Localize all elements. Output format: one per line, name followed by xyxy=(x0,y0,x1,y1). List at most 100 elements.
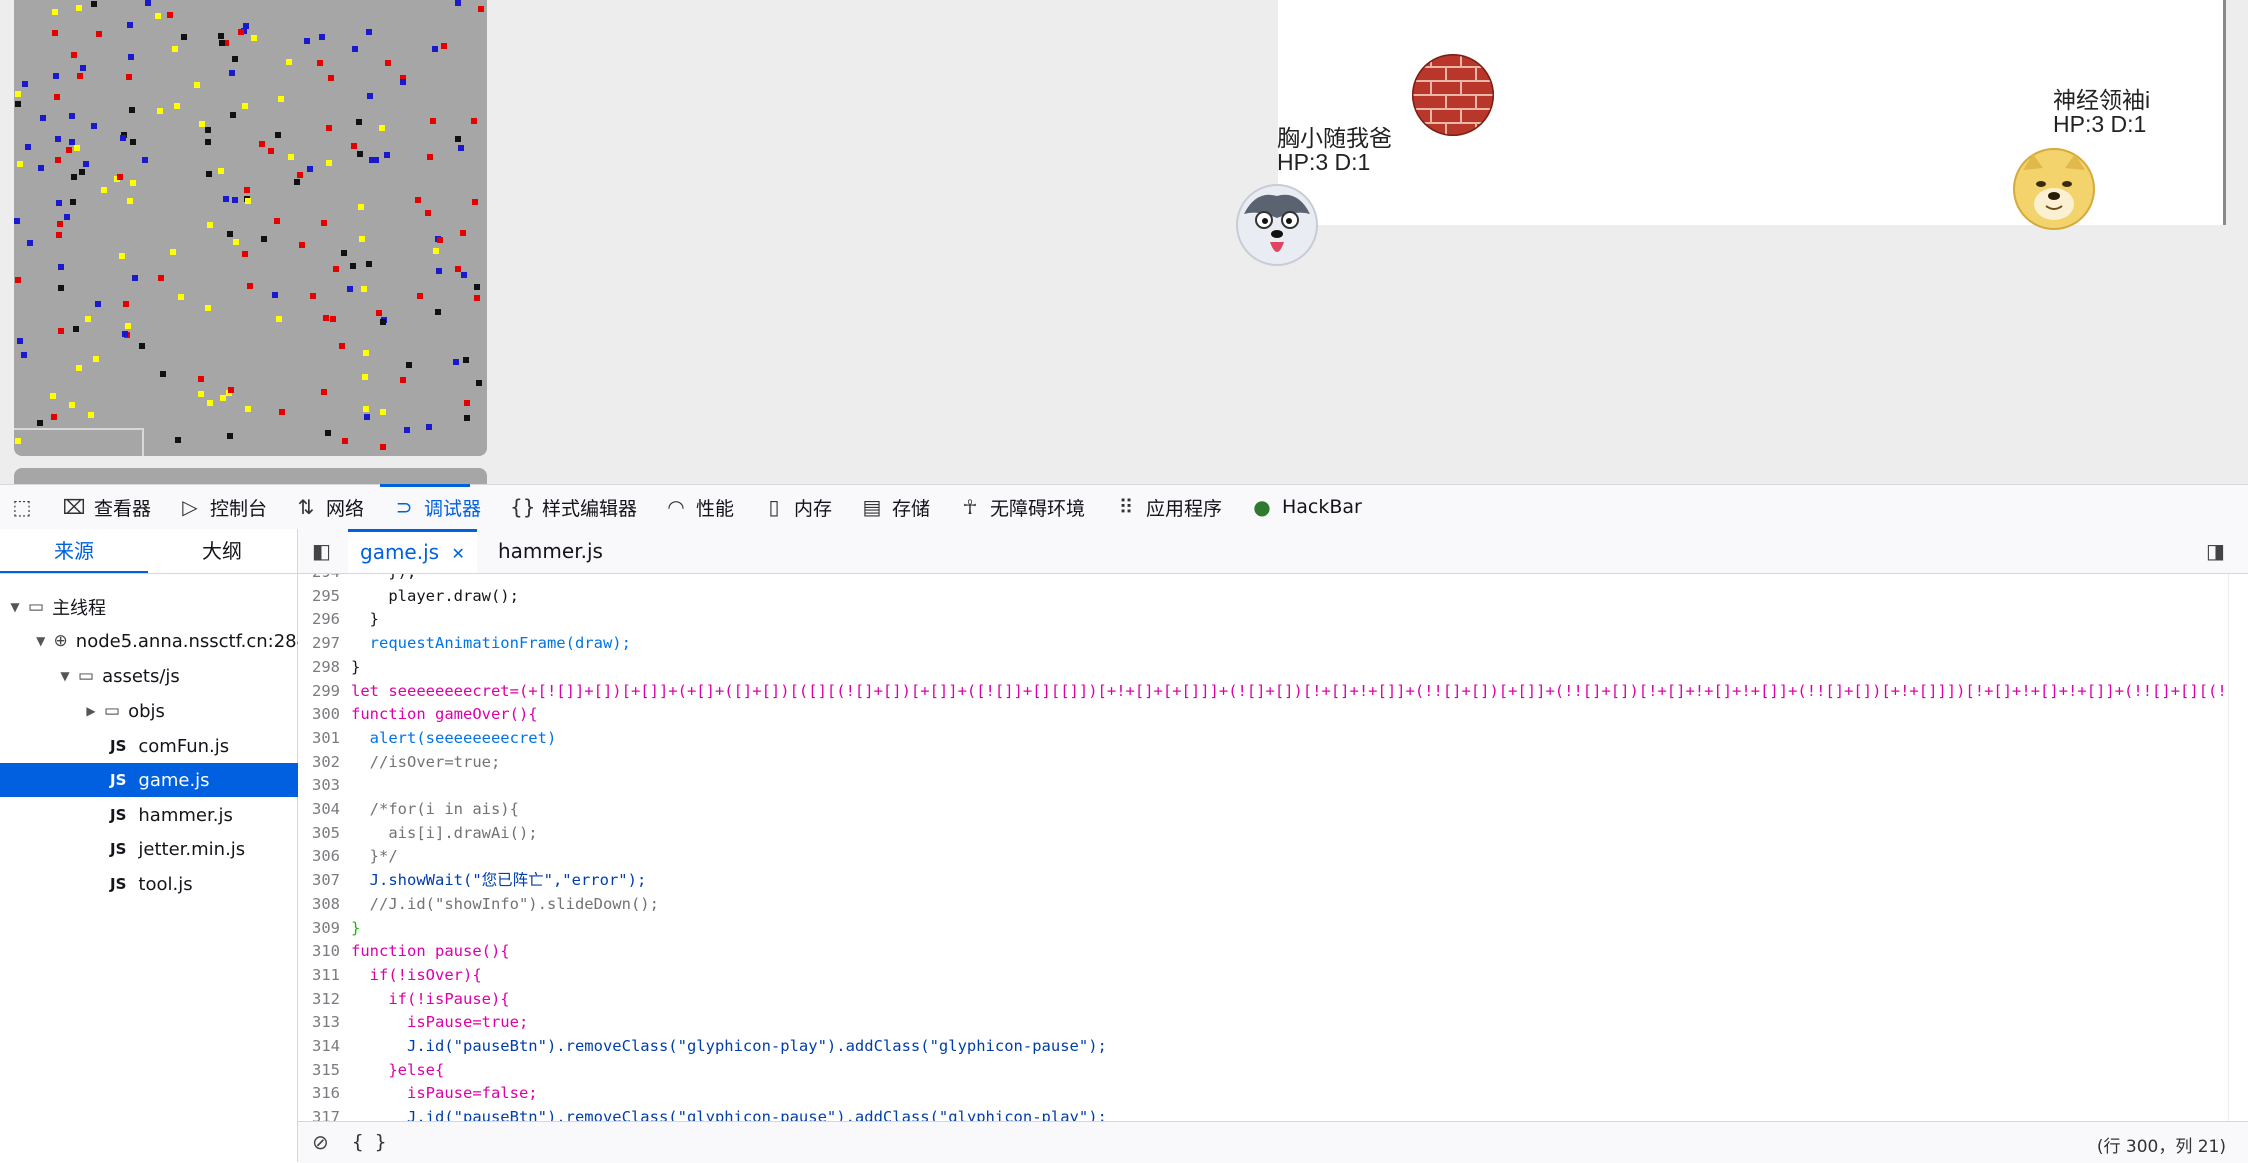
minimap-dot xyxy=(464,400,470,406)
minimap-dot xyxy=(57,221,63,227)
minimap-dot xyxy=(101,187,107,193)
panes-toggle-icon: ◨ xyxy=(2206,539,2225,563)
minimap-dot xyxy=(69,113,75,119)
code-line: 314 J.id("pauseBtn").removeClass("glyphi… xyxy=(312,1037,1107,1055)
collapse-arrow-icon: ▶ xyxy=(86,704,96,718)
minimap xyxy=(14,0,487,456)
tab-inspector-label: 查看器 xyxy=(94,497,152,520)
minimap-dot xyxy=(476,380,482,386)
minimap-dot xyxy=(417,293,423,299)
minimap-dot xyxy=(93,356,99,362)
minimap-dot xyxy=(357,151,363,157)
minimap-dot xyxy=(83,161,89,167)
tab-console[interactable]: ▷ 控制台 xyxy=(178,485,267,529)
tab-hackbar[interactable]: ● HackBar xyxy=(1250,485,1362,529)
minimap-dot xyxy=(198,376,204,382)
minimap-dot xyxy=(227,433,233,439)
minimap-dot xyxy=(172,46,178,52)
active-tab-indicator xyxy=(380,484,470,487)
minimap-dot xyxy=(242,103,248,109)
code-line: 310 function pause(){ xyxy=(312,942,510,961)
minimap-dot xyxy=(478,6,484,12)
blackbox-icon[interactable]: ⊘ xyxy=(312,1130,329,1154)
minimap-dot xyxy=(64,214,70,220)
minimap-dot xyxy=(55,136,61,142)
minimap-dot xyxy=(22,81,28,87)
tab-style-editor-label: 样式编辑器 xyxy=(542,497,638,520)
minimap-dot xyxy=(379,125,385,131)
minimap-dot xyxy=(218,168,224,174)
tab-style-editor[interactable]: {} 样式编辑器 xyxy=(510,485,637,529)
code-line: 313 isPause=true; xyxy=(312,1013,529,1032)
thread-icon: ▭ xyxy=(28,597,45,617)
toggle-secondary-panes-button[interactable]: ◨ xyxy=(2206,529,2230,573)
toggle-sidebar-button[interactable]: ◧ xyxy=(312,529,336,573)
close-tab-icon[interactable]: ✕ xyxy=(451,544,464,563)
minimap-dot xyxy=(58,285,64,291)
tab-sources[interactable]: 来源 xyxy=(0,529,148,573)
memory-icon: ▯ xyxy=(768,495,780,519)
minimap-dot xyxy=(77,73,83,79)
game-area[interactable]: 胸小随我爸 HP:3 D:1 神经领袖i HP:3 D:1 xyxy=(0,0,2248,484)
minimap-dot xyxy=(425,210,431,216)
tab-outline[interactable]: 大纲 xyxy=(148,529,296,573)
tab-memory[interactable]: ▯ 内存 xyxy=(762,485,832,529)
minimap-dot xyxy=(51,414,57,420)
code-editor[interactable]: 294 }); 295 player.draw(); 296 } 297 req… xyxy=(298,574,2228,1121)
minimap-dot xyxy=(432,46,438,52)
tree-domain[interactable]: ▼ ⊕ node5.anna.nssctf.cn:28445 xyxy=(0,624,331,658)
minimap-dot xyxy=(205,305,211,311)
tab-storage[interactable]: ▤ 存储 xyxy=(860,485,930,529)
pretty-print-button[interactable]: { } xyxy=(352,1131,386,1153)
minimap-dot xyxy=(178,294,184,300)
code-line: 315 }else{ xyxy=(312,1060,445,1079)
minimap-dot xyxy=(53,73,59,79)
pick-element-button[interactable]: ⬚ xyxy=(10,485,46,529)
tab-network[interactable]: ⇅ 网络 xyxy=(294,485,364,529)
pick-element-icon: ⬚ xyxy=(12,495,32,519)
minimap-dot xyxy=(40,115,46,121)
tab-inspector[interactable]: ⌧ 查看器 xyxy=(62,485,151,529)
minimap-dot xyxy=(433,248,439,254)
editor-tab-game-js[interactable]: game.js ✕ xyxy=(348,529,477,573)
minimap-dot xyxy=(38,165,44,171)
debugger-icon: ⊃ xyxy=(395,495,413,519)
minimap-dot xyxy=(276,316,282,322)
minimap-dot xyxy=(181,34,187,40)
minimap-dot xyxy=(132,275,138,281)
minimap-dot xyxy=(307,166,313,172)
editor-tab-hammer-js[interactable]: hammer.js xyxy=(486,529,615,573)
code-line: 311 if(!isOver){ xyxy=(312,965,482,984)
tab-performance[interactable]: ◠ 性能 xyxy=(664,485,734,529)
minimap-dot xyxy=(158,275,164,281)
network-icon: ⇅ xyxy=(297,495,315,519)
tab-application[interactable]: ⠿ 应用程序 xyxy=(1114,485,1222,529)
minimap-dot xyxy=(58,264,64,270)
js-file-icon: JS xyxy=(110,737,127,755)
minimap-dot xyxy=(441,43,447,49)
minimap-dot xyxy=(259,141,265,147)
tab-debugger[interactable]: ⊃ 调试器 xyxy=(392,485,481,529)
right-panel-edge[interactable] xyxy=(2228,574,2248,1121)
minimap-dot xyxy=(233,239,239,245)
minimap-dot xyxy=(319,34,325,40)
minimap-dot xyxy=(321,220,327,226)
minimap-dot xyxy=(128,54,134,60)
minimap-scrollbar[interactable] xyxy=(14,468,487,484)
minimap-dot xyxy=(437,237,443,243)
editor-tab-label: game.js xyxy=(360,540,440,564)
minimap-dot xyxy=(228,387,234,393)
minimap-dot xyxy=(130,139,136,145)
folder-icon: ▭ xyxy=(104,701,121,721)
tab-accessibility[interactable]: ☥ 无障碍环境 xyxy=(958,485,1085,529)
minimap-viewport xyxy=(14,428,144,456)
code-line: 309} xyxy=(312,918,361,937)
tree-label: tool.js xyxy=(138,873,193,895)
minimap-dot xyxy=(17,338,23,344)
tree-thread[interactable]: ▼ ▭ 主线程 xyxy=(0,590,305,624)
sources-sidebar: 来源 大纲 ▼ ▭ 主线程 ▼ ⊕ node5.anna.nssctf.cn:2… xyxy=(0,529,407,1162)
minimap-dot xyxy=(430,118,436,124)
application-icon: ⠿ xyxy=(1118,495,1134,519)
code-line: 298} xyxy=(312,657,361,676)
minimap-dot xyxy=(199,121,205,127)
